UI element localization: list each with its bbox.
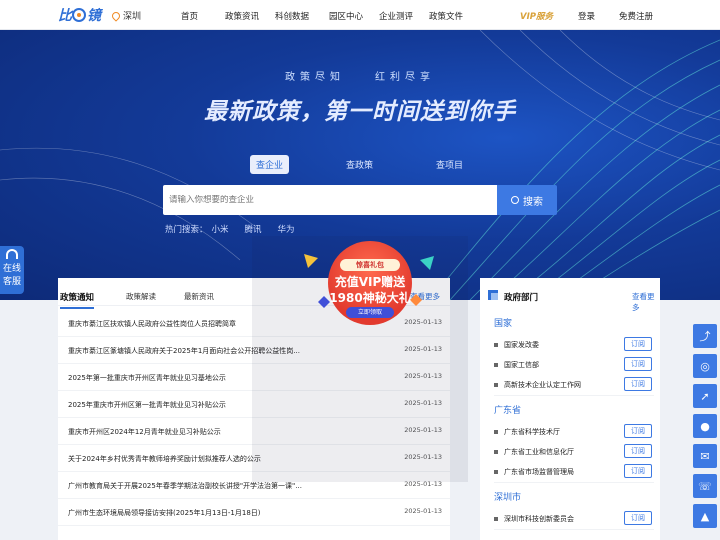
subscribe-button[interactable]: 订阅 <box>624 511 652 525</box>
subscribe-button[interactable]: 订阅 <box>624 337 652 351</box>
bullet-icon <box>494 363 498 367</box>
hot-item-xiaomi[interactable]: 小米 <box>212 223 229 235</box>
promo-line-1: 充值VIP赠送 <box>334 275 406 289</box>
hot-searches: 热门搜索： 小米 腾讯 华为 <box>165 223 295 235</box>
phone-icon[interactable]: ☏ <box>693 474 717 498</box>
promo-line-2: 1980神秘大礼 <box>329 291 411 305</box>
bullet-icon <box>494 470 498 474</box>
gov-dept-header: 政府部门 查看更多 <box>480 278 660 312</box>
dept-name[interactable]: 广东省工业和信息化厅 <box>504 447 574 457</box>
tab-latest-news[interactable]: 最新资讯 <box>184 291 214 302</box>
dept-more-link[interactable]: 查看更多 <box>632 291 660 313</box>
hero-title: 最新政策，第一时间送到你手 <box>204 99 516 125</box>
subscribe-button[interactable]: 订阅 <box>624 377 652 391</box>
dept-item: 高新技术企业认定工作网 订阅 <box>494 377 654 393</box>
promo-ribbon: 惊喜礼包 <box>340 259 400 271</box>
dept-item: 国家发改委 订阅 <box>494 337 654 353</box>
headset-icon <box>6 249 18 259</box>
dept-item: 广东省科学技术厅 订阅 <box>494 424 654 440</box>
top-nav: 比镜 深圳 首页 政策资讯 科创数据 园区中心 企业测评 政策文件 VIP服务 … <box>0 0 720 30</box>
logo-eye-icon <box>72 8 86 22</box>
user-icon[interactable]: ● <box>693 414 717 438</box>
vip-service-link[interactable]: VIP服务 <box>520 10 553 22</box>
nav-park-center[interactable]: 园区中心 <box>329 10 363 22</box>
top-icon[interactable]: ▲ <box>693 504 717 528</box>
hot-item-huawei[interactable]: 华为 <box>278 223 295 235</box>
subscribe-button[interactable]: 订阅 <box>624 444 652 458</box>
nav-policy-docs[interactable]: 政策文件 <box>429 10 463 22</box>
dept-name[interactable]: 深圳市科技创新委员会 <box>504 514 574 524</box>
divider <box>494 529 654 530</box>
nav-policy-news[interactable]: 政策资讯 <box>225 10 259 22</box>
hero-subtitle: 政策尽知 红利尽享 <box>285 72 435 83</box>
search-button-label: 搜索 <box>523 196 543 208</box>
dept-name[interactable]: 国家发改委 <box>504 340 539 350</box>
dept-item: 广东省市场监督管理局 订阅 <box>494 464 654 480</box>
gov-dept-title: 政府部门 <box>504 293 539 303</box>
dept-name[interactable]: 国家工信部 <box>504 360 539 370</box>
login-link[interactable]: 登录 <box>578 10 595 22</box>
promo-claim-button[interactable]: 立即领取 <box>346 307 394 318</box>
search-icon <box>511 196 519 204</box>
divider <box>494 395 654 396</box>
bullet-icon <box>494 517 498 521</box>
city-label: 深圳 <box>123 12 142 22</box>
tab-search-policy[interactable]: 查政策 <box>346 158 373 171</box>
dept-name[interactable]: 高新技术企业认定工作网 <box>504 380 581 390</box>
nav-tech-data[interactable]: 科创数据 <box>275 10 309 22</box>
logo[interactable]: 比镜 <box>58 5 101 25</box>
online-service-button[interactable]: 在线 客服 <box>0 246 24 294</box>
confetti-icon <box>304 254 318 268</box>
tab-search-company[interactable]: 查企业 <box>250 155 290 174</box>
tab-policy-interpret[interactable]: 政策解读 <box>126 291 156 302</box>
subscribe-button[interactable]: 订阅 <box>624 357 652 371</box>
confetti-icon <box>420 256 434 270</box>
gov-dept-panel: 政府部门 查看更多 国家 国家发改委 订阅 国家工信部 订阅 高新技术企业认定工作网 订阅广… <box>480 278 660 540</box>
dept-item: 深圳市科技创新委员会 订阅 <box>494 511 654 527</box>
location-pin-icon <box>110 9 122 22</box>
share-icon[interactable]: ⤴ <box>693 324 717 348</box>
hot-label: 热门搜索： <box>165 225 208 235</box>
online-label-2: 客服 <box>2 277 21 287</box>
dept-name[interactable]: 广东省市场监督管理局 <box>504 467 574 477</box>
dept-name[interactable]: 广东省科学技术厅 <box>504 427 560 437</box>
bullet-icon <box>494 450 498 454</box>
region-label: 国家 <box>494 319 513 329</box>
tab-search-project[interactable]: 查项目 <box>436 158 463 171</box>
city-selector[interactable]: 深圳 <box>110 9 142 22</box>
dept-item: 国家工信部 订阅 <box>494 357 654 373</box>
news-item-title[interactable]: 广州市生态环境局局领导接访安排(2025年1月13日-1月18日) <box>68 508 388 518</box>
bullet-icon <box>494 430 498 434</box>
bullet-icon <box>494 343 498 347</box>
tab-policy-notice[interactable]: 政策通知 <box>60 291 95 309</box>
search-box <box>163 185 498 215</box>
online-label-1: 在线 <box>2 264 21 274</box>
bullet-icon <box>494 383 498 387</box>
region-label: 广东省 <box>494 406 522 416</box>
subscribe-button[interactable]: 订阅 <box>624 424 652 438</box>
divider <box>494 482 654 483</box>
news-item-date: 2025-01-13 <box>404 507 442 515</box>
search-button[interactable]: 搜索 <box>497 185 557 215</box>
building-icon <box>488 290 498 300</box>
hot-item-tencent[interactable]: 腾讯 <box>245 223 262 235</box>
nav-home[interactable]: 首页 <box>181 10 198 22</box>
vip-promo-popup[interactable]: 惊喜礼包 充值VIP赠送 1980神秘大礼 立即领取 <box>300 236 440 328</box>
search-input[interactable] <box>169 195 498 205</box>
nav-enterprise-eval[interactable]: 企业测评 <box>379 10 413 22</box>
rocket-icon[interactable]: ➚ <box>693 384 717 408</box>
chat-icon[interactable]: ✉ <box>693 444 717 468</box>
region-label: 深圳市 <box>494 493 522 503</box>
news-item[interactable]: 广州市生态环境局局领导接访安排(2025年1月13日-1月18日) 2025-01… <box>58 499 450 526</box>
news-item-title[interactable]: 广州市教育局关于开展2025年春季学期法治副校长讲授"开学法治第一课"... <box>68 481 388 491</box>
register-link[interactable]: 免费注册 <box>619 10 653 22</box>
dept-item: 广东省工业和信息化厅 订阅 <box>494 444 654 460</box>
target-icon[interactable]: ◎ <box>693 354 717 378</box>
subscribe-button[interactable]: 订阅 <box>624 464 652 478</box>
